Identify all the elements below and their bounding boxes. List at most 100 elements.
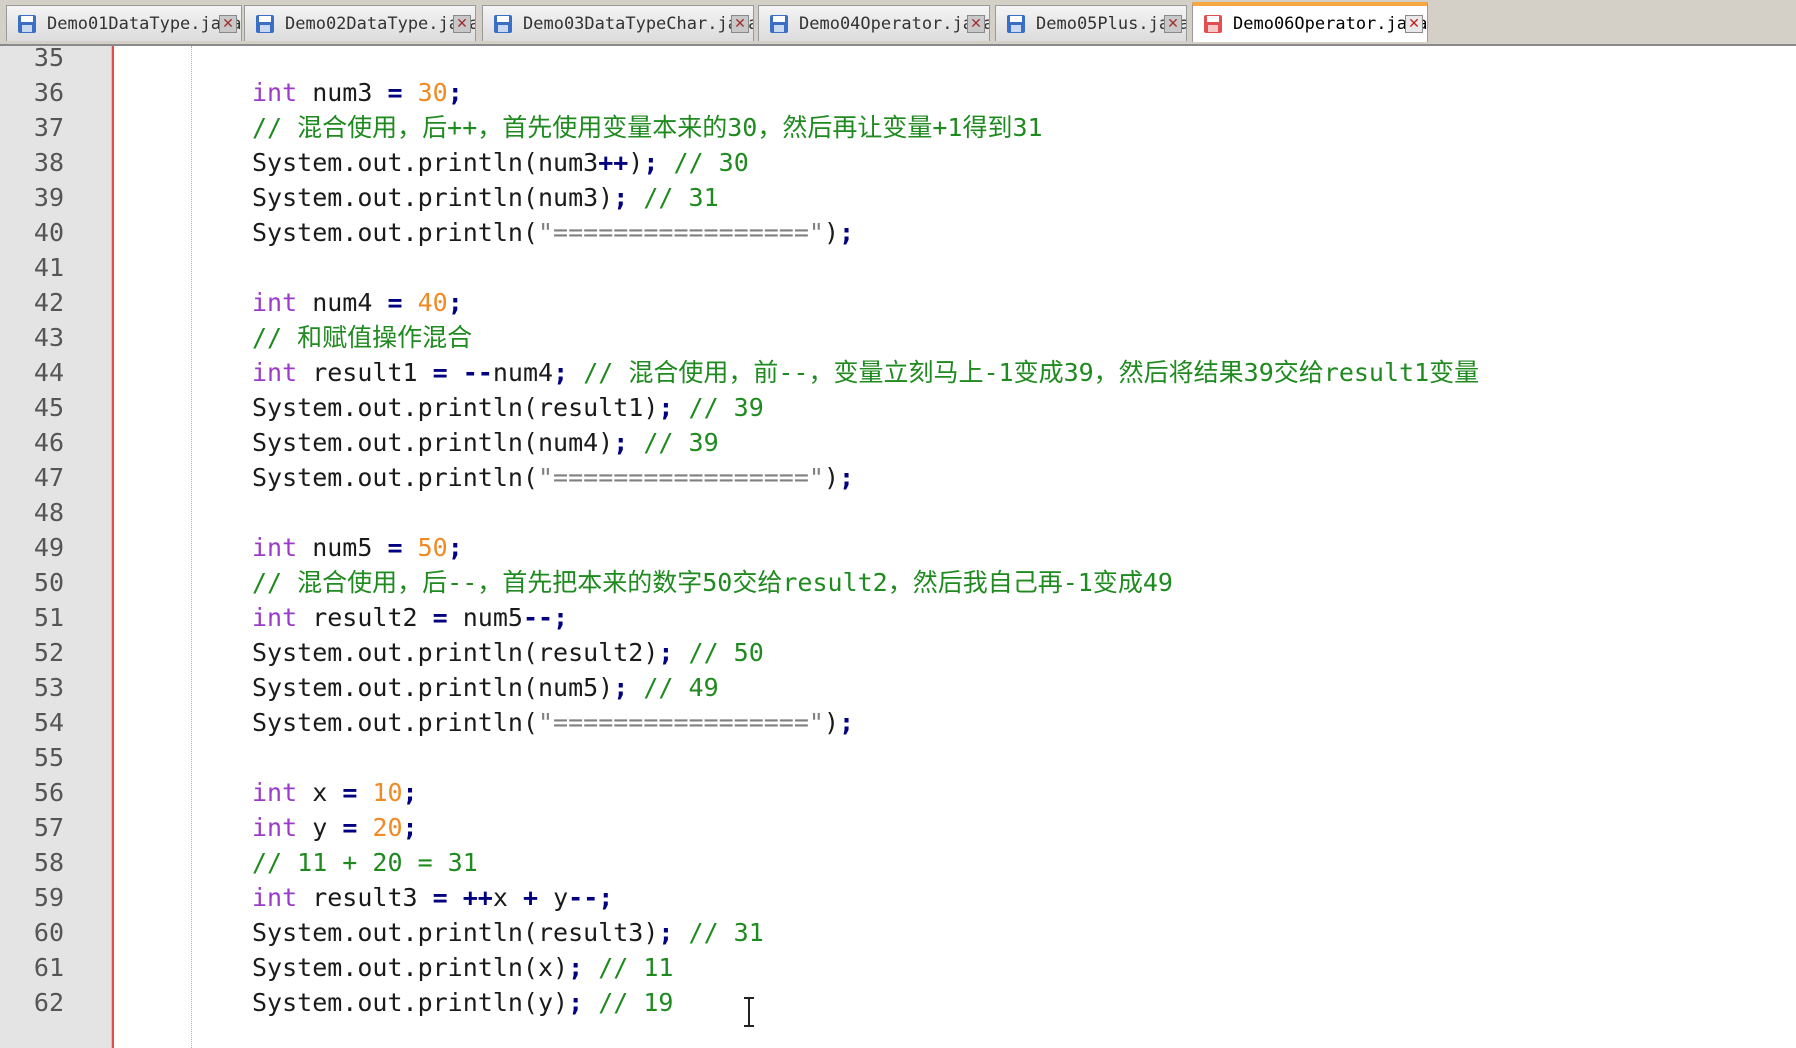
- code-text[interactable]: System.out.println(num3++); // 30: [252, 145, 749, 180]
- code-line[interactable]: 60 System.out.println(result3); // 31: [0, 915, 1796, 950]
- close-icon[interactable]: ✕: [731, 14, 749, 33]
- code-line[interactable]: 45 System.out.println(result1); // 39: [0, 390, 1796, 425]
- save-file-icon: [770, 14, 788, 33]
- code-token: num5: [447, 603, 523, 632]
- code-text[interactable]: int y = 20;: [252, 810, 418, 845]
- code-text[interactable]: System.out.println(num4); // 39: [252, 425, 719, 460]
- code-text[interactable]: // 和赋值操作混合: [252, 320, 472, 355]
- code-token: System.out.println(: [252, 708, 538, 737]
- code-token: +: [522, 883, 539, 912]
- code-line[interactable]: 38 System.out.println(num3++); // 30: [0, 145, 1796, 180]
- close-icon[interactable]: ✕: [967, 14, 985, 33]
- code-text[interactable]: System.out.println(num5); // 49: [252, 670, 719, 705]
- code-text[interactable]: // 11 + 20 = 31: [252, 845, 478, 880]
- code-line[interactable]: 43 // 和赋值操作混合: [0, 320, 1796, 355]
- code-text[interactable]: int num3 = 30;: [252, 75, 463, 110]
- code-line[interactable]: 36 int num3 = 30;: [0, 75, 1796, 110]
- code-token: =: [342, 813, 358, 842]
- code-token: x: [297, 778, 343, 807]
- code-token: result1: [297, 358, 433, 387]
- code-line[interactable]: 62 System.out.println(y); // 19: [0, 985, 1796, 1020]
- code-token: int: [252, 288, 298, 317]
- code-token: ;: [447, 533, 463, 562]
- close-icon[interactable]: ✕: [1164, 14, 1182, 33]
- code-line[interactable]: 40 System.out.println("================="…: [0, 215, 1796, 250]
- code-token: System.out.println(result3): [252, 918, 659, 947]
- code-line[interactable]: 61 System.out.println(x); // 11: [0, 950, 1796, 985]
- code-token: ;: [613, 428, 629, 457]
- tab-5[interactable]: Demo06Operator.java ✕: [1192, 2, 1428, 42]
- line-number: 61: [33, 953, 64, 982]
- tab-3[interactable]: Demo04Operator.java ✕: [758, 5, 990, 41]
- code-token: System.out.println(num3): [252, 183, 614, 212]
- code-text[interactable]: System.out.println(result1); // 39: [252, 390, 764, 425]
- code-line[interactable]: 50 // 混合使用，后--，首先把本来的数字50交给result2，然后我自己再…: [0, 565, 1796, 600]
- close-icon[interactable]: ✕: [219, 14, 237, 33]
- code-text[interactable]: int num5 = 50;: [252, 530, 463, 565]
- tab-label: Demo03DataTypeChar.java: [523, 13, 754, 34]
- code-line[interactable]: 49 int num5 = 50;: [0, 530, 1796, 565]
- code-line[interactable]: 47 System.out.println("================="…: [0, 460, 1796, 495]
- close-icon[interactable]: ✕: [1405, 15, 1423, 33]
- code-line[interactable]: 51 int result2 = num5--;: [0, 600, 1796, 635]
- code-line[interactable]: 39 System.out.println(num3); // 31: [0, 180, 1796, 215]
- code-text[interactable]: int x = 10;: [252, 775, 418, 810]
- tab-1[interactable]: Demo02DataType.java ✕: [244, 5, 476, 41]
- code-line[interactable]: 44 int result1 = --num4; // 混合使用，前--，变量立刻…: [0, 355, 1796, 390]
- code-token: int: [252, 533, 298, 562]
- code-line[interactable]: 58 // 11 + 20 = 31: [0, 845, 1796, 880]
- code-line[interactable]: 42 int num4 = 40;: [0, 285, 1796, 320]
- tab-4[interactable]: Demo05Plus.java ✕: [995, 5, 1187, 41]
- code-token: ;: [447, 78, 463, 107]
- code-token: 20: [372, 813, 403, 842]
- code-text[interactable]: System.out.println("=================");: [252, 460, 854, 495]
- code-text[interactable]: System.out.println(x); // 11: [252, 950, 673, 985]
- code-text[interactable]: int result3 = ++x + y--;: [252, 880, 613, 915]
- code-token: num4: [492, 358, 554, 387]
- tab-0[interactable]: Demo01DataType.java ✕: [6, 5, 242, 41]
- line-number: 36: [33, 78, 64, 107]
- line-number: 47: [33, 463, 64, 492]
- code-text[interactable]: System.out.println("=================");: [252, 215, 854, 250]
- tab-label: Demo02DataType.java: [285, 13, 476, 34]
- code-line[interactable]: 37 // 混合使用，后++，首先使用变量本来的30，然后再让变量+1得到31: [0, 110, 1796, 145]
- code-token: int: [252, 778, 298, 807]
- code-line[interactable]: 52 System.out.println(result2); // 50: [0, 635, 1796, 670]
- code-line[interactable]: 54 System.out.println("================="…: [0, 705, 1796, 740]
- code-line[interactable]: 56 int x = 10;: [0, 775, 1796, 810]
- code-token: 40: [417, 288, 448, 317]
- code-line[interactable]: 48: [0, 495, 1796, 530]
- code-token: // 混合使用，前--，变量立刻马上-1变成39，然后将结果39交给result…: [583, 358, 1480, 387]
- code-text[interactable]: System.out.println("=================");: [252, 705, 854, 740]
- code-line[interactable]: 46 System.out.println(num4); // 39: [0, 425, 1796, 460]
- code-text[interactable]: System.out.println(result2); // 50: [252, 635, 764, 670]
- tab-2[interactable]: Demo03DataTypeChar.java ✕: [482, 5, 754, 41]
- code-token: =: [387, 78, 403, 107]
- code-token: ): [628, 148, 644, 177]
- code-line[interactable]: 55: [0, 740, 1796, 775]
- code-token: // 39: [688, 393, 764, 422]
- tab-label: Demo01DataType.java: [47, 13, 242, 34]
- code-line[interactable]: 57 int y = 20;: [0, 810, 1796, 845]
- code-line[interactable]: 35: [0, 40, 1796, 75]
- code-text[interactable]: // 混合使用，后--，首先把本来的数字50交给result2，然后我自己再-1…: [252, 565, 1173, 600]
- code-editor[interactable]: 35 36 int num3 = 30; 37 // 混合使用，后++，首先使用变量本来…: [0, 43, 1796, 1048]
- code-text[interactable]: System.out.println(num3); // 31: [252, 180, 719, 215]
- code-text[interactable]: System.out.println(result3); // 31: [252, 915, 764, 950]
- code-token: ;: [402, 778, 418, 807]
- code-text[interactable]: System.out.println(y); // 19: [252, 985, 673, 1020]
- line-number: 57: [33, 813, 64, 842]
- code-text[interactable]: int result1 = --num4; // 混合使用，前--，变量立刻马上…: [252, 355, 1479, 390]
- code-token: ;: [402, 813, 418, 842]
- code-text[interactable]: int num4 = 40;: [252, 285, 463, 320]
- code-text[interactable]: int result2 = num5--;: [252, 600, 568, 635]
- close-icon[interactable]: ✕: [453, 14, 471, 33]
- code-line[interactable]: 41: [0, 250, 1796, 285]
- code-line[interactable]: 53 System.out.println(num5); // 49: [0, 670, 1796, 705]
- code-line[interactable]: 59 int result3 = ++x + y--;: [0, 880, 1796, 915]
- code-text[interactable]: // 混合使用，后++，首先使用变量本来的30，然后再让变量+1得到31: [252, 110, 1043, 145]
